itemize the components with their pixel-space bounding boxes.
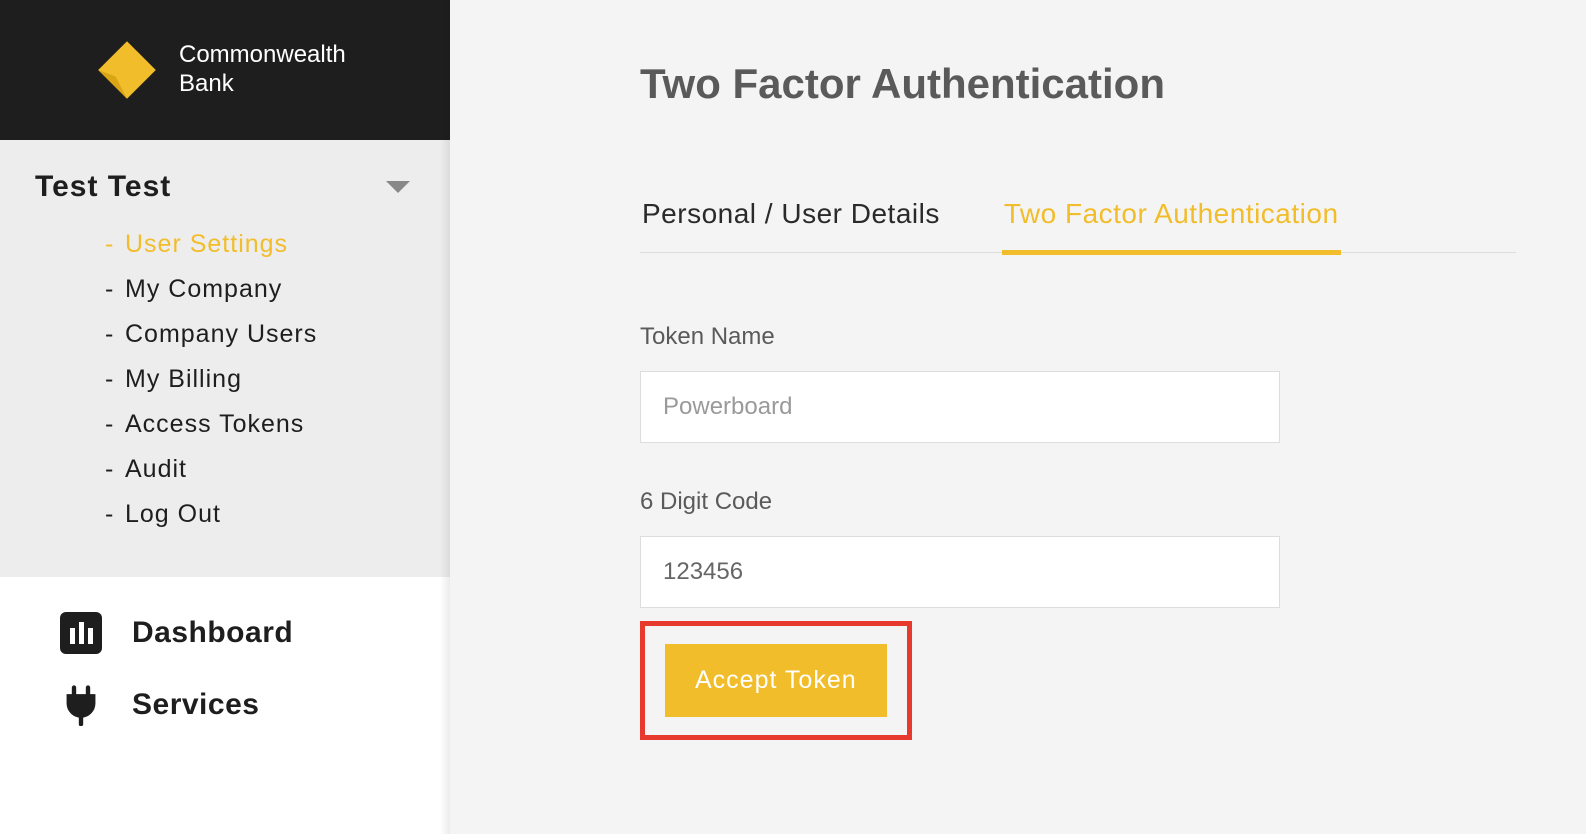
tabs: Personal / User Details Two Factor Authe… [640,198,1516,253]
user-menu-log-out[interactable]: -Log Out [105,492,420,537]
token-name-input[interactable] [640,371,1280,443]
plug-icon [60,684,102,726]
main-content: Two Factor Authentication Personal / Use… [450,0,1586,834]
code-label: 6 Digit Code [640,488,1516,516]
accept-token-button[interactable]: Accept Token [665,644,887,717]
two-factor-form: Token Name 6 Digit Code Accept Token [640,253,1516,740]
brand-name-line2: Bank [179,70,346,99]
user-dropdown-toggle[interactable]: Test Test [30,170,420,222]
user-menu-label: Access Tokens [125,410,304,439]
main-nav: Dashboard Services [0,577,450,741]
user-menu-my-billing[interactable]: -My Billing [105,357,420,402]
user-menu-label: My Company [125,275,282,304]
user-menu: -User Settings -My Company -Company User… [30,222,420,537]
brand-header: Commonwealth Bank [0,0,450,140]
user-menu-label: Audit [125,455,187,484]
user-menu-access-tokens[interactable]: -Access Tokens [105,402,420,447]
commonwealth-bank-logo-icon [95,38,159,102]
user-menu-label: My Billing [125,365,242,394]
user-menu-label: Log Out [125,500,221,529]
nav-dashboard-label: Dashboard [132,616,293,650]
user-display-name: Test Test [35,170,171,204]
token-name-label: Token Name [640,323,1516,351]
user-menu-user-settings[interactable]: -User Settings [105,222,420,267]
user-menu-company-users[interactable]: -Company Users [105,312,420,357]
user-menu-label: Company Users [125,320,317,349]
user-section: Test Test -User Settings -My Company -Co… [0,140,450,577]
brand-name-line1: Commonwealth [179,41,346,70]
chevron-down-icon [386,181,410,193]
user-menu-my-company[interactable]: -My Company [105,267,420,312]
brand-name: Commonwealth Bank [179,41,346,99]
tab-two-factor-auth[interactable]: Two Factor Authentication [1002,198,1341,255]
user-menu-audit[interactable]: -Audit [105,447,420,492]
sidebar: Commonwealth Bank Test Test -User Settin… [0,0,450,834]
accept-token-highlight: Accept Token [640,621,912,740]
nav-services-label: Services [132,688,259,722]
nav-services[interactable]: Services [0,669,450,741]
nav-dashboard[interactable]: Dashboard [0,597,450,669]
code-input[interactable] [640,536,1280,608]
dashboard-icon [60,612,102,654]
page-title: Two Factor Authentication [640,60,1516,108]
tab-personal-details[interactable]: Personal / User Details [640,198,942,255]
user-menu-label: User Settings [125,230,288,259]
